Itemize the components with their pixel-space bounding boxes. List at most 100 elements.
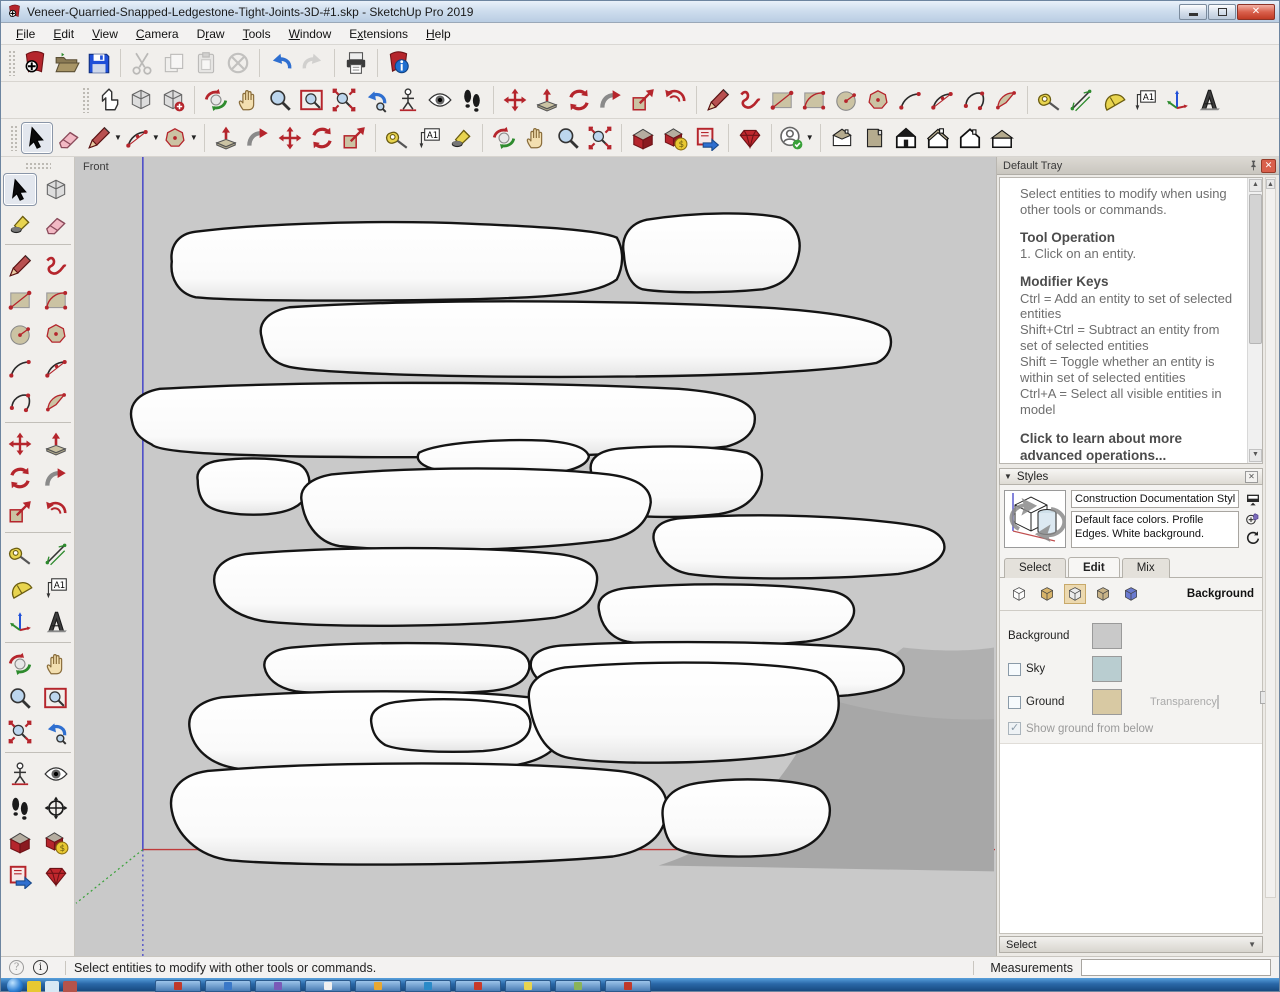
display-secondary-pane-button[interactable]: [1244, 491, 1262, 509]
item[interactable]: Camera: [127, 24, 188, 44]
create-new-style-button[interactable]: [1244, 510, 1262, 528]
styles-close-button[interactable]: ✕: [1245, 471, 1258, 483]
pie-button[interactable]: [990, 84, 1022, 116]
expand-arrow-icon[interactable]: ▼: [1248, 940, 1256, 949]
taskbar-app-button[interactable]: [505, 980, 551, 992]
taskbar-app-button[interactable]: [255, 980, 301, 992]
viewport-canvas[interactable]: [75, 157, 996, 956]
item[interactable]: Draw: [188, 24, 234, 44]
sign-in-button[interactable]: ▼: [777, 122, 815, 154]
ground-checkbox[interactable]: [1008, 696, 1021, 709]
zoom-button[interactable]: [552, 122, 584, 154]
item[interactable]: Help: [417, 24, 460, 44]
zoom-button[interactable]: [264, 84, 296, 116]
watermark-settings-button[interactable]: [1092, 584, 1114, 604]
walk-button[interactable]: [456, 84, 488, 116]
geolocation-icon[interactable]: ?: [9, 960, 24, 975]
start-button[interactable]: [7, 978, 23, 992]
select-collapsed-section[interactable]: Select ▼: [999, 936, 1263, 953]
two-point-arc-button[interactable]: [926, 84, 958, 116]
taskbar-app-button[interactable]: [555, 980, 601, 992]
copy-button[interactable]: [158, 47, 190, 79]
item[interactable]: Extensions: [340, 24, 417, 44]
look-around-button[interactable]: [39, 757, 73, 790]
share-component-button[interactable]: [3, 859, 37, 892]
three-point-arc-button[interactable]: [3, 385, 37, 418]
freehand-button[interactable]: [39, 249, 73, 282]
modeling-settings-button[interactable]: [1120, 584, 1142, 604]
background-color-swatch[interactable]: [1092, 623, 1122, 649]
styles-section-header[interactable]: ▼ Styles ✕: [999, 468, 1263, 485]
offset-button[interactable]: [659, 84, 691, 116]
item[interactable]: File: [7, 24, 44, 44]
arc-button[interactable]: [3, 351, 37, 384]
three-point-arc-button[interactable]: [958, 84, 990, 116]
arc-button[interactable]: [894, 84, 926, 116]
polygon-button[interactable]: [39, 317, 73, 350]
3d-warehouse-button[interactable]: [3, 825, 37, 858]
text-button[interactable]: [413, 122, 445, 154]
tape-measure-button[interactable]: [381, 122, 413, 154]
share-model-button[interactable]: [659, 122, 691, 154]
pin-icon[interactable]: [1246, 159, 1261, 173]
rotated-rectangle-button[interactable]: [39, 283, 73, 316]
orbit-button[interactable]: [488, 122, 520, 154]
dropdown-arrow-icon[interactable]: ▼: [152, 133, 160, 142]
top-view-button[interactable]: [858, 122, 890, 154]
rotated-rectangle-button[interactable]: [798, 84, 830, 116]
move-button[interactable]: [499, 84, 531, 116]
toolbar-grip[interactable]: [82, 87, 90, 113]
tray-header[interactable]: Default Tray ✕: [997, 157, 1279, 175]
instructor-scrollbar[interactable]: ▲ ▼: [1247, 178, 1262, 463]
dimension-button[interactable]: [39, 537, 73, 570]
circle-button[interactable]: [830, 84, 862, 116]
iso-view-button[interactable]: [826, 122, 858, 154]
tray-close-button[interactable]: ✕: [1261, 159, 1276, 173]
move-button[interactable]: [3, 427, 37, 460]
paint-bucket-button[interactable]: [445, 122, 477, 154]
tape-measure-button[interactable]: [3, 537, 37, 570]
tray-scrollbar[interactable]: ▲: [1265, 177, 1276, 898]
share-component-button[interactable]: [691, 122, 723, 154]
axes-button[interactable]: [3, 605, 37, 638]
new-button[interactable]: [19, 47, 51, 79]
undo-button[interactable]: [265, 47, 297, 79]
background-settings-button[interactable]: [1064, 584, 1086, 604]
back-view-button[interactable]: [954, 122, 986, 154]
text-button[interactable]: [1129, 84, 1161, 116]
select-hand-button[interactable]: [93, 84, 125, 116]
item[interactable]: Tools: [234, 24, 280, 44]
position-camera-button[interactable]: [3, 757, 37, 790]
eraser-button[interactable]: [39, 207, 73, 240]
right-view-button[interactable]: [922, 122, 954, 154]
toolbar-grip[interactable]: [10, 125, 18, 151]
polygon-button[interactable]: [862, 84, 894, 116]
taskbar-app-button[interactable]: [205, 980, 251, 992]
front-view-button[interactable]: [890, 122, 922, 154]
text-button[interactable]: [39, 571, 73, 604]
ground-color-swatch[interactable]: [1092, 689, 1122, 715]
scale-button[interactable]: [3, 495, 37, 528]
extension-warehouse-button[interactable]: [734, 122, 766, 154]
scrollbar-thumb[interactable]: [1249, 194, 1262, 344]
dropdown-arrow-icon[interactable]: ▼: [114, 133, 122, 142]
arcs-flyout-button[interactable]: ▼: [123, 122, 161, 154]
share-model-button[interactable]: [39, 825, 73, 858]
previous-view-button[interactable]: [39, 715, 73, 748]
scale-button[interactable]: [338, 122, 370, 154]
quick-launch-icon[interactable]: [27, 981, 41, 992]
scroll-down-icon[interactable]: ▼: [1249, 449, 1262, 462]
freehand-button[interactable]: [734, 84, 766, 116]
taskbar-app-button[interactable]: [605, 980, 651, 992]
taskbar-app-button[interactable]: [155, 980, 201, 992]
orbit-button[interactable]: [200, 84, 232, 116]
style-description-field[interactable]: Default face colors. Profile Edges. Whit…: [1071, 511, 1239, 548]
orbit-button[interactable]: [3, 647, 37, 680]
in-model-components-button[interactable]: [125, 84, 157, 116]
zoom-window-button[interactable]: [39, 681, 73, 714]
components-button[interactable]: [157, 84, 189, 116]
look-around-button[interactable]: [424, 84, 456, 116]
info-icon[interactable]: i: [33, 960, 48, 975]
taskbar-app-button[interactable]: [455, 980, 501, 992]
style-thumbnail[interactable]: [1004, 490, 1066, 548]
